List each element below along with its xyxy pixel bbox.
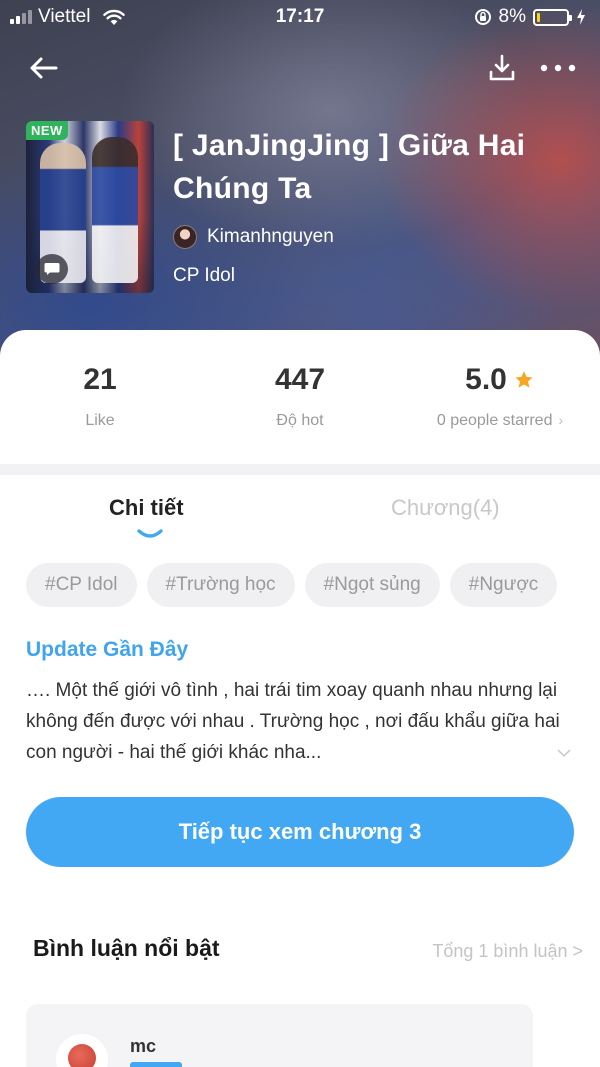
status-bar: Viettel 17:17 8%	[0, 0, 600, 34]
tab-indicator	[137, 529, 163, 538]
continue-reading-button[interactable]: Tiếp tục xem chương 3	[26, 797, 574, 867]
comments-heading: Bình luận nổi bật	[33, 935, 220, 961]
likes-count: 21	[83, 363, 117, 396]
tab-chapters[interactable]: Chương(4)	[391, 495, 500, 521]
rating-label: 0 people starred	[436, 412, 553, 429]
synopsis-text: …. Một thế giới vô tình , hai trái tim x…	[26, 680, 560, 763]
update-heading: Update Gần Đây	[26, 638, 189, 661]
battery-percent: 8%	[498, 6, 526, 27]
comment-author: mc	[130, 1036, 157, 1056]
author-avatar	[173, 225, 197, 249]
comment-badge	[130, 1062, 182, 1067]
author-name: Kimanhnguyen	[207, 226, 334, 247]
hot-count: 447	[274, 363, 326, 396]
author-row[interactable]: Kimanhnguyen	[173, 225, 334, 249]
tag-chip[interactable]: #Trường học	[146, 563, 295, 607]
tag-chip[interactable]: #Ngược	[449, 563, 558, 607]
tab-detail[interactable]: Chi tiết	[109, 495, 184, 521]
stat-rating[interactable]: 5.0 0 people starred ›	[400, 362, 600, 430]
battery-icon	[533, 8, 572, 26]
chat-bubble-icon	[36, 254, 68, 284]
stat-hot: 447 Độ hot	[200, 362, 400, 430]
stats-card: 21 Like 447 Độ hot 5.0 0 people starred ›	[0, 330, 600, 464]
new-badge: NEW	[26, 121, 68, 140]
comment-avatar	[56, 1034, 108, 1067]
stat-likes: 21 Like	[0, 362, 200, 430]
book-title: [ JanJingJing ] Giữa Hai Chúng Ta	[173, 129, 526, 205]
book-category: CP Idol	[173, 265, 235, 286]
charging-icon	[577, 9, 585, 25]
comment-card[interactable]: mc	[26, 1004, 533, 1067]
more-horizontal-icon[interactable]	[538, 56, 578, 80]
chevron-right-icon: ›	[558, 412, 564, 428]
likes-label: Like	[85, 412, 115, 429]
back-arrow-icon[interactable]	[26, 52, 60, 84]
tag-list: #CP Idol #Trường học #Ngọt sủng #Ngược	[26, 563, 574, 609]
tag-chip[interactable]: #CP Idol	[26, 563, 137, 607]
main-panel: Chi tiết Chương(4) #CP Idol #Trường học #N…	[0, 475, 600, 1067]
star-icon	[515, 371, 533, 388]
comments-total-link[interactable]: Tổng 1 bình luận >	[432, 941, 583, 962]
hot-label: Độ hot	[276, 412, 324, 429]
tag-chip[interactable]: #Ngọt sủng	[304, 563, 440, 607]
chevron-down-icon[interactable]	[556, 745, 572, 761]
rating-value: 5.0	[465, 363, 507, 396]
rotation-lock-icon	[474, 9, 491, 25]
status-right: 8%	[474, 6, 586, 28]
download-icon[interactable]	[486, 52, 518, 84]
